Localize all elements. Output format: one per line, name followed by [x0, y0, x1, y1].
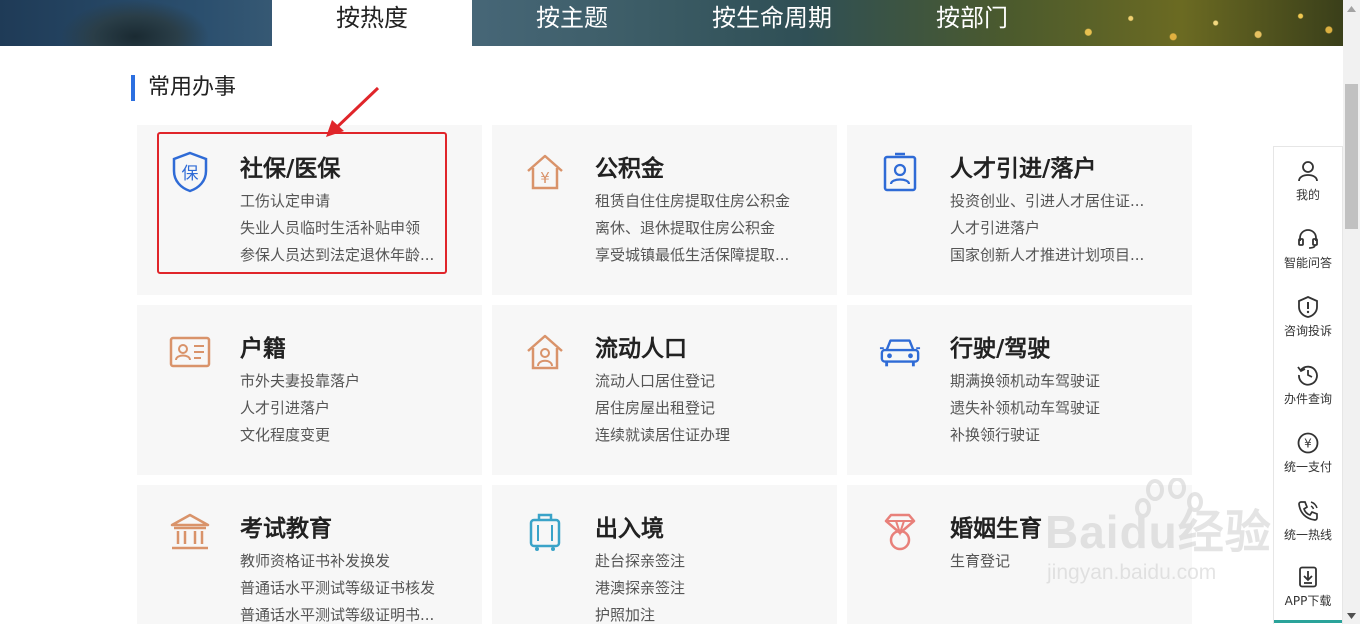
float-smart-qa[interactable]: 智能问答	[1274, 215, 1342, 283]
service-link[interactable]: 享受城镇最低生活保障提取...	[595, 242, 810, 269]
float-payment[interactable]: ¥ 统一支付	[1274, 419, 1342, 487]
service-link[interactable]: 人才引进落户	[240, 395, 455, 422]
headset-icon	[1298, 228, 1318, 249]
card-social-security[interactable]: 保 社保/医保 工伤认定申请 失业人员临时生活补贴申领 参保人员达到法定退休年龄…	[137, 125, 482, 295]
card-title: 考试教育	[240, 516, 332, 542]
service-link[interactable]: 赴台探亲签注	[595, 548, 810, 575]
tab-by-life-cycle[interactable]: 按生命周期	[672, 0, 872, 46]
card-marriage-birth[interactable]: 婚姻生育 生育登记	[847, 485, 1192, 624]
card-title: 行驶/驾驶	[950, 336, 1051, 362]
service-link[interactable]: 护照加注	[595, 602, 810, 624]
service-link[interactable]: 普通话水平测试等级证书核发	[240, 575, 455, 602]
tab-by-theme[interactable]: 按主题	[472, 0, 672, 46]
service-link[interactable]: 流动人口居住登记	[595, 368, 810, 395]
float-label: 统一支付	[1283, 459, 1332, 474]
download-icon	[1299, 566, 1317, 588]
float-label: 智能问答	[1283, 255, 1332, 270]
triangle-down-icon	[1347, 612, 1356, 619]
card-title: 婚姻生育	[950, 516, 1042, 542]
city-lights-image	[1060, 0, 1343, 46]
service-link[interactable]: 国家创新人才推进计划项目...	[950, 242, 1165, 269]
float-app-download[interactable]: APP下载	[1274, 555, 1342, 623]
card-driving[interactable]: 行驶/驾驶 期满换领机动车驾驶证 遗失补领机动车驾驶证 补换领行驶证	[847, 305, 1192, 475]
service-link[interactable]: 遗失补领机动车驾驶证	[950, 395, 1165, 422]
user-icon	[1298, 160, 1318, 181]
card-housing-fund[interactable]: ¥ 公积金 租赁自住住房提取住房公积金 离休、退休提取住房公积金 享受城镇最低生…	[492, 125, 837, 295]
car-icon	[879, 331, 921, 373]
svg-text:¥: ¥	[540, 169, 550, 187]
card-title: 户籍	[240, 336, 286, 362]
float-case-query[interactable]: 办件查询	[1274, 351, 1342, 419]
float-label: APP下载	[1284, 594, 1332, 608]
card-household-registration[interactable]: 户籍 市外夫妻投靠落户 人才引进落户 文化程度变更	[137, 305, 482, 475]
svg-text:保: 保	[182, 164, 199, 184]
service-link[interactable]: 文化程度变更	[240, 422, 455, 449]
scroll-up-button[interactable]	[1343, 0, 1360, 17]
float-complaint[interactable]: 咨询投诉	[1274, 283, 1342, 351]
card-title: 出入境	[595, 516, 664, 542]
section-title: 常用办事	[131, 75, 236, 101]
svg-text:¥: ¥	[1304, 436, 1312, 450]
service-link[interactable]: 生育登记	[950, 548, 1165, 575]
history-icon	[1297, 365, 1318, 386]
service-link[interactable]: 投资创业、引进人才居住证...	[950, 188, 1165, 215]
service-link[interactable]: 工伤认定申请	[240, 188, 455, 215]
service-link[interactable]: 教师资格证书补发换发	[240, 548, 455, 575]
house-yuan-icon: ¥	[524, 151, 566, 193]
card-exam-education[interactable]: 考试教育 教师资格证书补发换发 普通话水平测试等级证书核发 普通话水平测试等级证…	[137, 485, 482, 624]
service-link[interactable]: 普通话水平测试等级证明书...	[240, 602, 455, 624]
triangle-up-icon	[1347, 5, 1356, 12]
tab-by-popularity[interactable]: 按热度	[272, 0, 472, 46]
float-label: 我的	[1295, 187, 1320, 202]
scroll-down-button[interactable]	[1343, 607, 1360, 624]
card-talent-settlement[interactable]: 人才引进/落户 投资创业、引进人才居住证... 人才引进落户 国家创新人才推进计…	[847, 125, 1192, 295]
phone-icon	[1298, 500, 1318, 521]
card-title: 公积金	[595, 156, 664, 182]
service-link[interactable]: 补换领行驶证	[950, 422, 1165, 449]
service-grid: 保 社保/医保 工伤认定申请 失业人员临时生活补贴申领 参保人员达到法定退休年龄…	[137, 125, 1192, 624]
yuan-circle-icon: ¥	[1297, 432, 1319, 453]
service-link[interactable]: 期满换领机动车驾驶证	[950, 368, 1165, 395]
house-person-icon	[524, 331, 566, 373]
float-my[interactable]: 我的	[1274, 147, 1342, 215]
luggage-icon	[524, 511, 566, 553]
service-link[interactable]: 人才引进落户	[950, 215, 1165, 242]
pagoda-image	[60, 0, 210, 46]
service-link[interactable]: 居住房屋出租登记	[595, 395, 810, 422]
scrollbar-thumb[interactable]	[1345, 84, 1358, 229]
category-tabs: 按热度 按主题 按生命周期 按部门	[272, 0, 1072, 46]
building-icon	[169, 511, 211, 553]
service-link[interactable]: 租赁自住住房提取住房公积金	[595, 188, 810, 215]
service-link[interactable]: 港澳探亲签注	[595, 575, 810, 602]
float-label: 咨询投诉	[1283, 323, 1332, 338]
shield-bao-icon: 保	[169, 151, 211, 193]
float-hotline[interactable]: 统一热线	[1274, 487, 1342, 555]
id-badge-icon	[879, 151, 921, 193]
service-link[interactable]: 市外夫妻投靠落户	[240, 368, 455, 395]
float-label: 统一热线	[1283, 527, 1332, 542]
alert-shield-icon	[1298, 295, 1318, 318]
tab-by-department[interactable]: 按部门	[872, 0, 1072, 46]
float-label: 办件查询	[1283, 391, 1332, 406]
diamond-ring-icon	[879, 511, 921, 553]
card-floating-population[interactable]: 流动人口 流动人口居住登记 居住房屋出租登记 连续就读居住证办理	[492, 305, 837, 475]
service-link[interactable]: 参保人员达到法定退休年龄...	[240, 242, 455, 269]
card-title: 人才引进/落户	[950, 156, 1097, 182]
card-entry-exit[interactable]: 出入境 赴台探亲签注 港澳探亲签注 护照加注	[492, 485, 837, 624]
floating-toolbar: 我的 智能问答 咨询投诉 办件查询 ¥ 统一支付 统一热线 APP下载	[1273, 146, 1343, 624]
service-link[interactable]: 离休、退休提取住房公积金	[595, 215, 810, 242]
service-link[interactable]: 连续就读居住证办理	[595, 422, 810, 449]
service-link[interactable]: 失业人员临时生活补贴申领	[240, 215, 455, 242]
card-title: 流动人口	[595, 336, 687, 362]
card-title: 社保/医保	[240, 156, 341, 182]
id-card-icon	[169, 331, 211, 373]
